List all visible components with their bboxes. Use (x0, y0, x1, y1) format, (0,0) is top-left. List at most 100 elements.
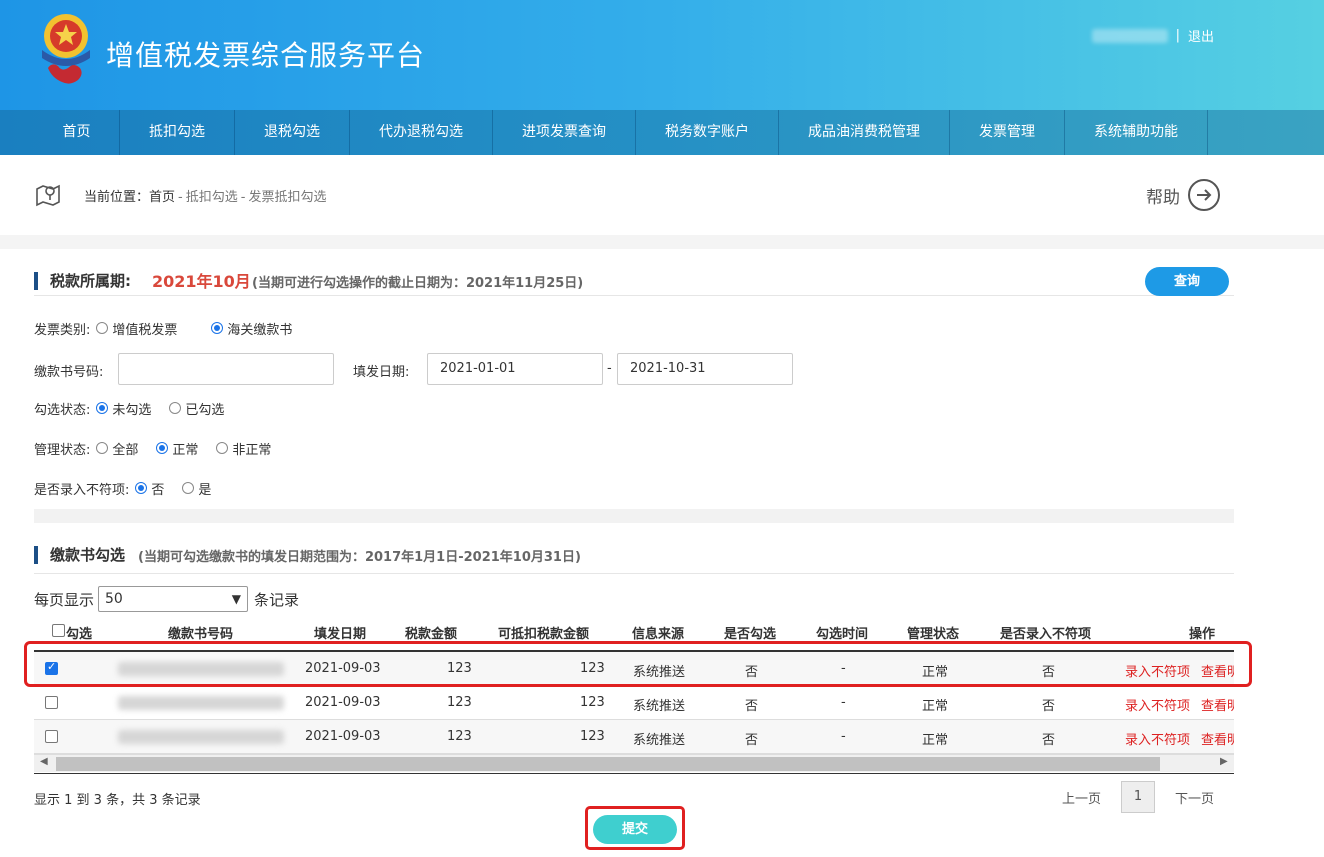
table-row[interactable]: 2021-09-03 123 123 系统推送 否 - 正常 否 录入不符项 查… (34, 720, 1234, 754)
tax-emblem-logo (42, 14, 90, 84)
breadcrumb-level1[interactable]: 抵扣勾选 (186, 190, 238, 205)
divider-band (34, 509, 1234, 523)
nav-item-oil-tax[interactable]: 成品油消费税管理 (779, 110, 950, 155)
cell-selected: 否 (745, 665, 759, 680)
cell-selected: 否 (745, 733, 759, 748)
nav-item-refund-check[interactable]: 退税勾选 (235, 110, 350, 155)
radio-mismatch-no[interactable]: 否 (135, 479, 164, 498)
radio-all[interactable]: 全部 (96, 439, 138, 458)
check-status-label: 勾选状态: (34, 402, 91, 418)
nav-item-agent-refund-check[interactable]: 代办退税勾选 (350, 110, 493, 155)
list-section-note: (当期可勾选缴款书的填发日期范围为：2017年1月1日-2021年10月31日) (138, 550, 581, 565)
chevron-down-icon: ▼ (231, 592, 242, 606)
col-selected: 是否勾选 (724, 627, 777, 642)
help-button[interactable]: 帮助 (1146, 179, 1220, 211)
nav-item-input-invoice-query[interactable]: 进项发票查询 (493, 110, 636, 155)
help-label: 帮助 (1146, 187, 1180, 208)
bill-code-redacted (118, 662, 284, 676)
cell-time: - (841, 661, 846, 676)
scroll-left-icon[interactable]: ◀ (40, 756, 48, 767)
invoice-type-row: 发票类别: 增值税发票 海关缴款书 (34, 317, 310, 339)
radio-customs-bill[interactable]: 海关缴款书 (211, 319, 292, 338)
radio-vat-invoice[interactable]: 增值税发票 (96, 319, 177, 338)
cell-mismatch: 否 (1042, 665, 1056, 680)
table-bottom-rule (34, 773, 1234, 774)
bill-code-redacted (118, 730, 284, 744)
col-mismatch: 是否录入不符项 (1000, 627, 1092, 642)
pagination: 上一页 1 下一页 (1062, 781, 1214, 813)
radio-normal[interactable]: 正常 (156, 439, 198, 458)
perpage-prefix: 每页显示 (34, 590, 95, 609)
query-button[interactable]: 查询 (1145, 267, 1229, 296)
mismatch-label: 是否录入不符项: (34, 482, 130, 498)
logout-link[interactable]: 退出 (1188, 26, 1214, 45)
enter-mismatch-link[interactable]: 录入不符项 (1125, 729, 1190, 748)
col-deductible: 可抵扣税款金额 (498, 627, 590, 642)
radio-checked[interactable]: 已勾选 (169, 399, 224, 418)
breadcrumb: 当前位置：首页 - 抵扣勾选 - 发票抵扣勾选 (84, 186, 326, 205)
cell-tax: 123 (447, 661, 472, 676)
nav-item-deduction-check[interactable]: 抵扣勾选 (120, 110, 235, 155)
scroll-right-icon[interactable]: ▶ (1220, 756, 1228, 767)
username-redacted (1091, 28, 1168, 43)
section-bar (34, 546, 38, 564)
code-input[interactable] (118, 353, 334, 385)
breadcrumb-sep: - (240, 190, 246, 205)
cell-source: 系统推送 (633, 733, 686, 748)
view-detail-link[interactable]: 查看明 (1201, 695, 1234, 714)
page-number-button[interactable]: 1 (1121, 781, 1156, 813)
radio-unchecked[interactable]: 未勾选 (96, 399, 151, 418)
row-checkbox[interactable] (45, 730, 58, 743)
cell-date: 2021-09-03 (305, 695, 381, 710)
date-label: 填发日期: (353, 365, 410, 380)
col-time: 勾选时间 (816, 627, 869, 642)
view-detail-link[interactable]: 查看明 (1201, 661, 1234, 680)
page-size-select[interactable]: 50 ▼ (98, 586, 249, 612)
cell-selected: 否 (745, 699, 759, 714)
list-section-title: 缴款书勾选 (50, 546, 126, 564)
cell-status: 正常 (922, 733, 949, 748)
submit-button[interactable]: 提交 (593, 815, 677, 844)
date-from-input[interactable]: 2021-01-01 (427, 353, 603, 385)
cell-tax: 123 (447, 729, 472, 744)
view-detail-link[interactable]: 查看明 (1201, 729, 1234, 748)
prev-page-button[interactable]: 上一页 (1062, 788, 1101, 807)
breadcrumb-home[interactable]: 首页 (149, 190, 175, 205)
cell-status: 正常 (922, 699, 949, 714)
select-all-checkbox[interactable] (52, 624, 65, 637)
divider-band (0, 235, 1324, 249)
list-section-header: 缴款书勾选 (当期可勾选缴款书的填发日期范围为：2017年1月1日-2021年1… (34, 542, 1234, 574)
page-size-control: 每页显示 50 ▼ 条记录 (34, 586, 299, 612)
scrollbar-thumb[interactable] (56, 757, 1160, 771)
row-checkbox[interactable] (45, 660, 58, 675)
row-checkbox[interactable] (45, 696, 58, 709)
user-separator: | (1175, 28, 1180, 43)
period-section-header: 税款所属期: 2021年10月 (当期可进行勾选操作的截止日期为：2021年11… (34, 268, 1234, 296)
nav-item-home[interactable]: 首页 (34, 110, 120, 155)
breadcrumb-level2: 发票抵扣勾选 (248, 190, 327, 205)
nav-item-invoice-management[interactable]: 发票管理 (950, 110, 1065, 155)
record-summary: 显示 1 到 3 条，共 3 条记录 (34, 793, 201, 808)
horizontal-scrollbar[interactable]: ◀ ▶ (34, 754, 1234, 772)
table-row[interactable]: 2021-09-03 123 123 系统推送 否 - 正常 否 录入不符项 查… (34, 686, 1234, 720)
manage-status-row: 管理状态: 全部 正常 非正常 (34, 437, 289, 459)
nav-item-system-tools[interactable]: 系统辅助功能 (1065, 110, 1208, 155)
date-to-input[interactable]: 2021-10-31 (617, 353, 793, 385)
mismatch-row: 是否录入不符项: 否 是 (34, 477, 229, 499)
radio-abnormal[interactable]: 非正常 (216, 439, 271, 458)
col-date: 填发日期 (314, 627, 367, 642)
next-page-button[interactable]: 下一页 (1175, 788, 1214, 807)
user-area: | 退出 (1091, 26, 1214, 45)
check-status-row: 勾选状态: 未勾选 已勾选 (34, 397, 242, 419)
enter-mismatch-link[interactable]: 录入不符项 (1125, 661, 1190, 680)
enter-mismatch-link[interactable]: 录入不符项 (1125, 695, 1190, 714)
section-bar (34, 272, 38, 290)
table-row[interactable]: 2021-09-03 123 123 系统推送 否 - 正常 否 录入不符项 查… (34, 652, 1234, 686)
col-code: 缴款书号码 (168, 627, 234, 642)
arrow-right-circle-icon (1188, 179, 1220, 211)
col-action: 操作 (1189, 627, 1216, 642)
nav-item-tax-digital-account[interactable]: 税务数字账户 (636, 110, 779, 155)
col-source: 信息来源 (632, 627, 685, 642)
radio-mismatch-yes[interactable]: 是 (182, 479, 211, 498)
cell-status: 正常 (922, 665, 949, 680)
